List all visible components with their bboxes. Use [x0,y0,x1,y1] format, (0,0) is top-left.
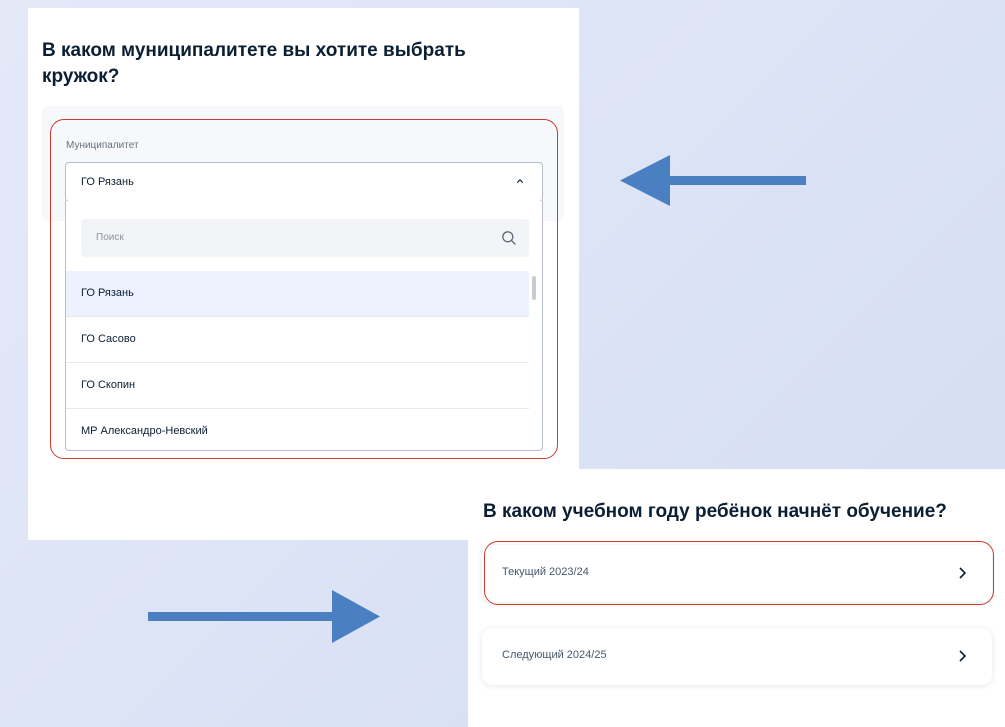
search-icon[interactable] [501,230,517,246]
municipality-search-input[interactable]: Поиск [81,219,529,257]
search-placeholder: Поиск [96,232,124,243]
chevron-up-icon[interactable] [516,177,524,185]
dropdown-scrollbar[interactable] [532,276,536,300]
year-option-next[interactable]: Следующий 2024/25 [482,628,992,685]
arrow-right-icon [148,590,380,643]
dropdown-option-label: ГО Рязань [81,287,134,299]
municipality-selected-value: ГО Рязань [81,176,134,188]
municipality-field-label: Муниципалитет [66,140,139,151]
municipality-panel: В каком муниципалитете вы хотите выбрать… [28,8,579,540]
chevron-right-icon [959,650,966,662]
dropdown-option[interactable]: ГО Рязань [66,271,529,317]
dropdown-option[interactable]: ГО Скопин [66,363,529,409]
year-option-label: Следующий 2024/25 [502,649,607,661]
year-option-label: Текущий 2023/24 [502,566,589,578]
dropdown-option[interactable]: ГО Сасово [66,317,529,363]
dropdown-option-label: ГО Скопин [81,379,136,391]
municipality-select[interactable]: ГО Рязань [65,162,543,202]
dropdown-option-label: МР Александро-Невский [81,425,208,437]
school-year-question-title: В каком учебном году ребёнок начнёт обуч… [483,501,947,522]
school-year-panel: В каком учебном году ребёнок начнёт обуч… [468,469,1005,727]
arrow-left-icon [620,155,806,206]
municipality-question-title: В каком муниципалитете вы хотите выбрать… [42,40,466,87]
municipality-dropdown-list: Поиск ГО Рязань ГО Сасово ГО Скопин МР А… [65,201,543,451]
dropdown-option-label: ГО Сасово [81,333,136,345]
year-option-current[interactable]: Текущий 2023/24 [482,545,992,602]
dropdown-option[interactable]: МР Александро-Невский [66,409,529,450]
chevron-right-icon [959,567,966,579]
